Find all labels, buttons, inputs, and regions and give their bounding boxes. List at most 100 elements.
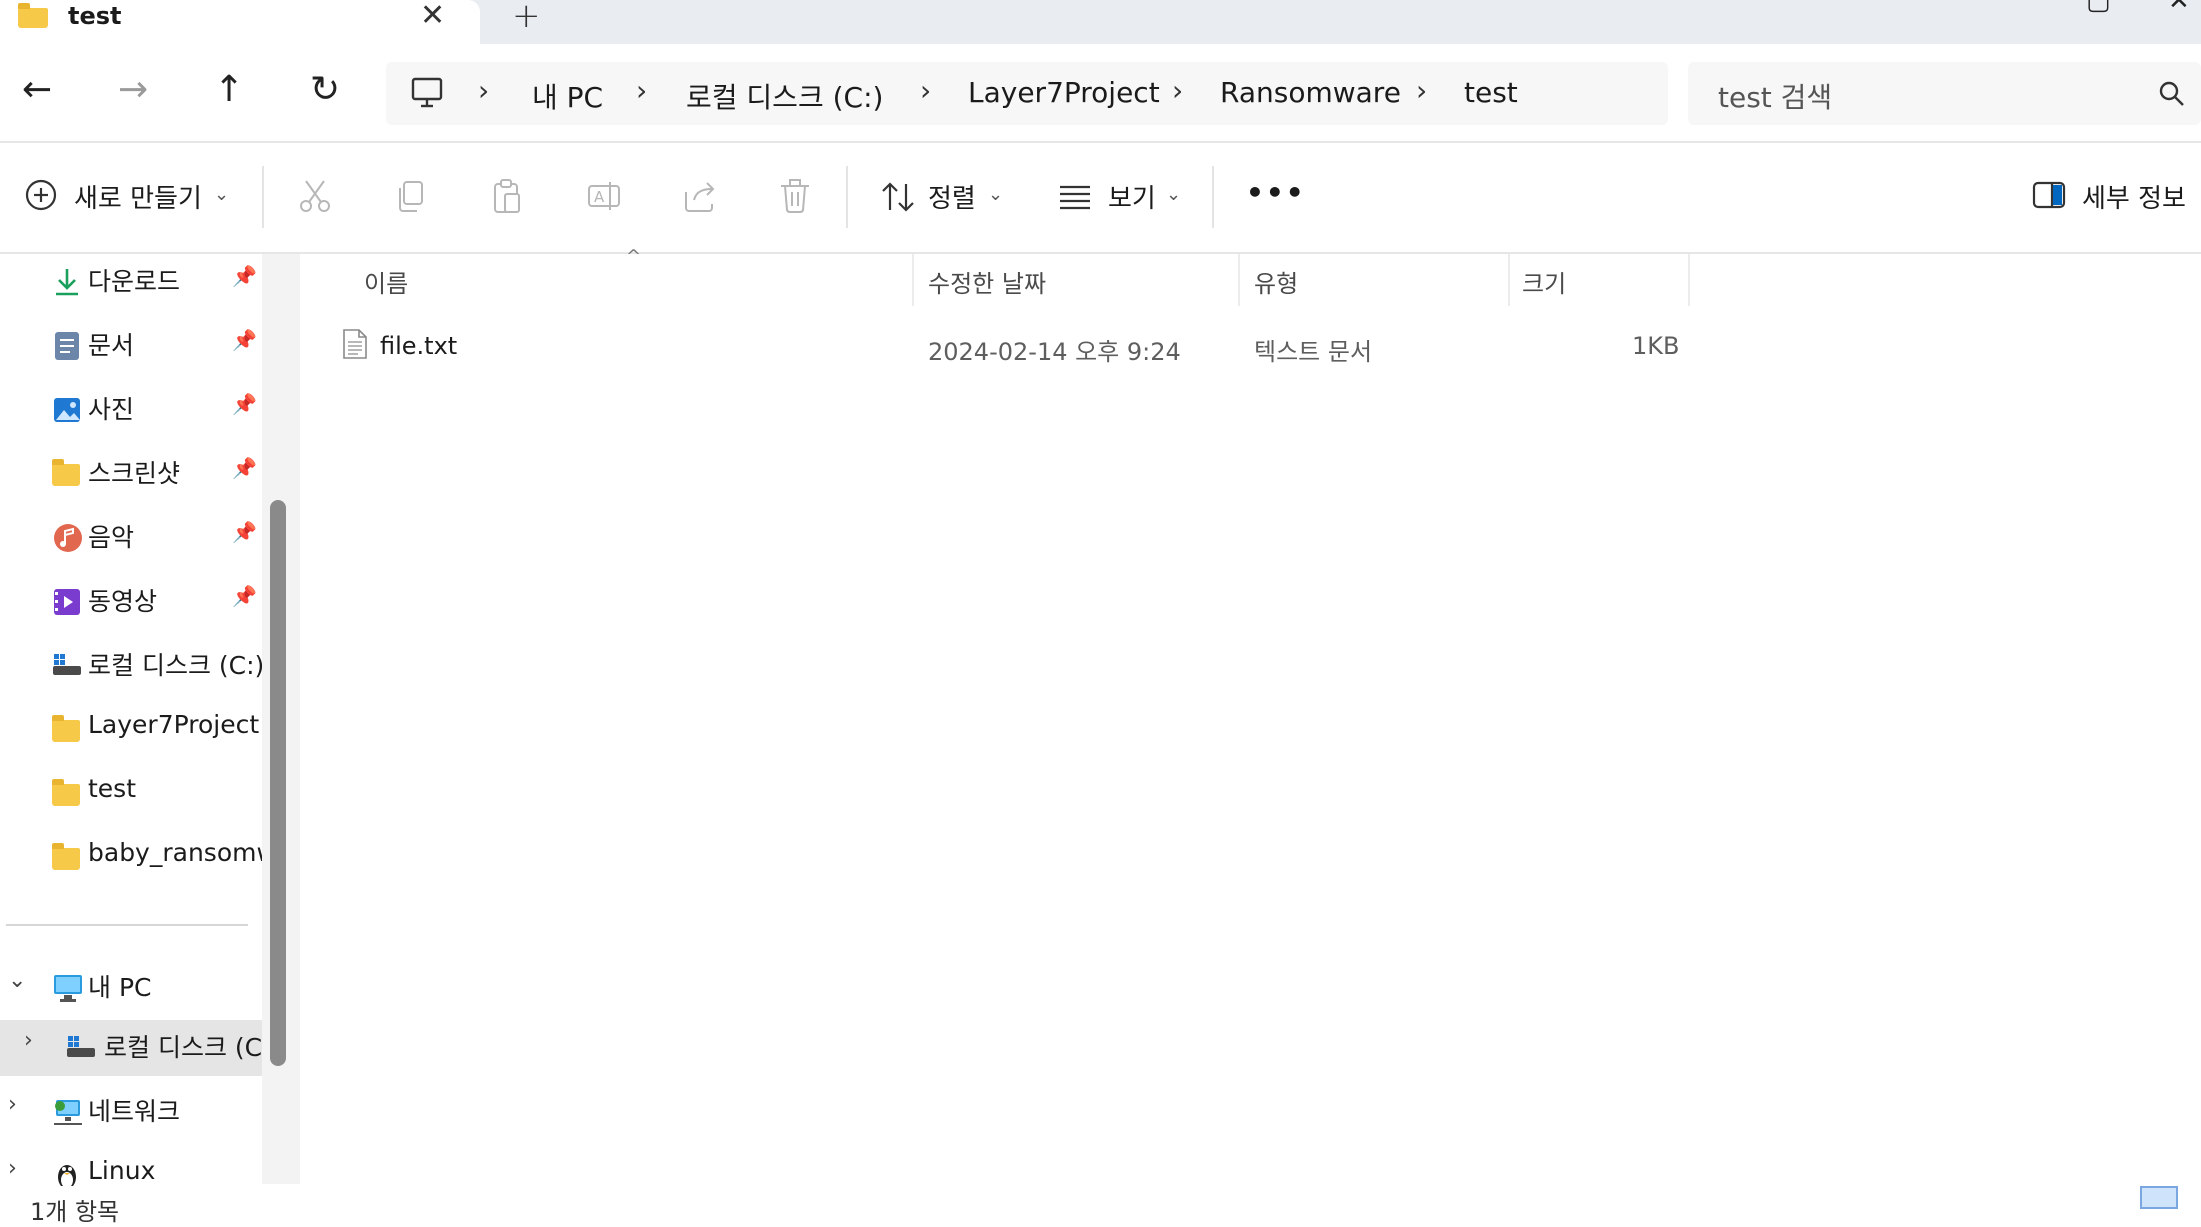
breadcrumb-my-pc[interactable]: 내 PC — [532, 76, 603, 116]
new-tab-button[interactable]: + — [512, 0, 541, 36]
folder-icon — [52, 778, 82, 806]
column-header-modified[interactable]: 수정한 날짜 — [928, 264, 1046, 299]
delete-icon[interactable] — [778, 178, 812, 218]
chevron-right-icon[interactable]: › — [24, 1028, 33, 1053]
column-separator[interactable] — [912, 254, 914, 306]
back-button[interactable]: ← — [22, 72, 52, 108]
documents-icon — [52, 330, 82, 360]
up-button[interactable]: ↑ — [214, 72, 244, 108]
sidebar-item-pictures[interactable]: 사진 📌 — [0, 382, 262, 438]
navigation-pane: 다운로드 📌 문서 📌 사진 📌 스크린샷 📌 음악 📌 동영상 📌 로컬 디스… — [0, 254, 262, 1209]
file-list — [300, 254, 2201, 1184]
breadcrumb-separator-icon[interactable]: › — [1416, 74, 1427, 107]
sort-button[interactable]: 정렬 — [928, 178, 976, 215]
breadcrumb-separator-icon[interactable]: › — [920, 74, 931, 107]
sidebar-item-label: 음악 — [88, 523, 135, 552]
sidebar-scrollbar-thumb[interactable] — [270, 500, 286, 1066]
chevron-right-icon[interactable]: › — [8, 1156, 17, 1181]
divider — [0, 141, 2201, 143]
restore-icon[interactable]: ▢ — [2086, 0, 2111, 16]
chevron-down-icon[interactable]: ⌄ — [214, 184, 229, 205]
sidebar-item-label: baby_ransomwa — [88, 838, 262, 867]
chevron-down-icon[interactable]: ⌄ — [8, 968, 26, 993]
column-separator[interactable] — [1238, 254, 1240, 306]
chevron-down-icon[interactable]: ⌄ — [1166, 184, 1181, 205]
sidebar-item-local-disk[interactable]: 로컬 디스크 (C:) — [0, 638, 262, 694]
column-header-name[interactable]: 이름 — [364, 264, 408, 299]
sidebar-item-documents[interactable]: 문서 📌 — [0, 318, 262, 374]
tab-test[interactable]: test ✕ — [0, 0, 480, 44]
new-icon[interactable] — [24, 178, 58, 216]
chevron-right-icon[interactable]: › — [8, 1092, 17, 1117]
folder-icon — [52, 842, 82, 870]
folder-icon — [18, 3, 48, 30]
paste-icon[interactable] — [490, 178, 524, 218]
sidebar-item-screenshots[interactable]: 스크린샷 📌 — [0, 446, 262, 502]
breadcrumb-separator-icon[interactable]: › — [1172, 74, 1183, 107]
file-modified: 2024-02-14 오후 9:24 — [928, 338, 1181, 366]
svg-text:A: A — [594, 188, 605, 206]
sidebar-item-label: 다운로드 — [88, 267, 181, 296]
close-window-icon[interactable]: ✕ — [2168, 0, 2190, 16]
search-input[interactable]: test 검색 — [1718, 76, 1832, 116]
videos-icon — [52, 586, 82, 615]
breadcrumb-layer7project[interactable]: Layer7Project — [968, 76, 1160, 109]
breadcrumb-separator-icon[interactable]: › — [478, 74, 489, 107]
forward-button[interactable]: → — [118, 72, 148, 108]
new-button[interactable]: 새로 만들기 — [74, 178, 202, 215]
pc-icon — [52, 972, 82, 1002]
music-icon — [52, 522, 82, 552]
share-icon[interactable] — [682, 178, 718, 218]
sidebar-item-baby-ransomware[interactable]: baby_ransomwa — [0, 830, 262, 886]
column-header-size[interactable]: 크기 — [1522, 264, 1566, 299]
toolbar-separator — [846, 166, 848, 228]
file-name[interactable]: file.txt — [380, 332, 457, 360]
sidebar-item-layer7project[interactable]: Layer7Project — [0, 702, 262, 758]
copy-icon[interactable] — [394, 178, 428, 218]
cut-icon[interactable] — [298, 178, 332, 218]
pictures-icon — [52, 394, 82, 422]
text-file-icon — [342, 328, 368, 364]
more-options-button[interactable]: ••• — [1246, 176, 1306, 209]
folder-icon — [52, 458, 82, 486]
pin-icon: 📌 — [232, 392, 257, 416]
sidebar-item-network[interactable]: › 네트워크 — [0, 1084, 262, 1140]
drive-icon — [52, 650, 82, 678]
sidebar-item-videos[interactable]: 동영상 📌 — [0, 574, 262, 630]
sort-icon[interactable] — [880, 180, 916, 218]
chevron-down-icon[interactable]: ⌄ — [988, 184, 1003, 205]
file-size: 1KB — [1632, 332, 1680, 360]
sidebar-item-label: 사진 — [88, 395, 135, 424]
sidebar-item-label: 스크린샷 — [88, 459, 181, 488]
tab-close-button[interactable]: ✕ — [420, 0, 445, 33]
sort-ascending-icon: ^ — [626, 246, 642, 267]
view-button[interactable]: 보기 — [1108, 178, 1156, 215]
details-pane-icon[interactable] — [2032, 180, 2066, 214]
column-header-type[interactable]: 유형 — [1254, 264, 1298, 299]
column-separator[interactable] — [1688, 254, 1690, 306]
rename-icon[interactable]: A — [586, 178, 622, 218]
details-button[interactable]: 세부 정보 — [2082, 178, 2186, 215]
search-icon[interactable] — [2158, 80, 2186, 112]
refresh-button[interactable]: ↻ — [310, 72, 340, 108]
breadcrumb-ransomware[interactable]: Ransomware — [1220, 76, 1401, 109]
pc-icon[interactable] — [410, 76, 444, 108]
pin-icon: 📌 — [232, 520, 257, 544]
view-icon[interactable] — [1058, 184, 1092, 214]
sidebar-item-test[interactable]: test — [0, 766, 262, 822]
sidebar-item-label: 내 PC — [88, 973, 152, 1002]
sidebar-item-music[interactable]: 음악 📌 — [0, 510, 262, 566]
sidebar-item-downloads[interactable]: 다운로드 📌 — [0, 254, 262, 310]
sidebar-item-label: 네트워크 — [88, 1097, 181, 1126]
details-view-toggle[interactable] — [2140, 1186, 2178, 1209]
sidebar-item-local-disk-tree[interactable]: › 로컬 디스크 (C — [0, 1020, 262, 1076]
breadcrumb-test[interactable]: test — [1464, 76, 1518, 109]
breadcrumb-local-disk[interactable]: 로컬 디스크 (C:) — [686, 76, 883, 116]
column-separator[interactable] — [1508, 254, 1510, 306]
sidebar-item-label: test — [88, 774, 137, 803]
tab-title: test — [68, 2, 122, 30]
breadcrumb-separator-icon[interactable]: › — [636, 74, 647, 107]
sidebar-item-my-pc[interactable]: ⌄ 내 PC — [0, 960, 262, 1016]
sidebar-item-label: Layer7Project — [88, 710, 260, 739]
folder-icon — [52, 714, 82, 742]
